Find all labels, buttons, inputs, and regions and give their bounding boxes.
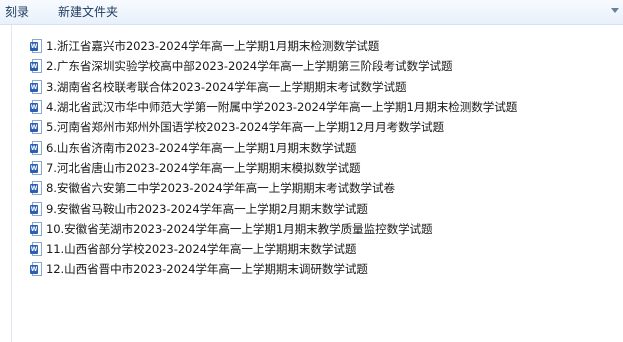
file-name: 1.浙江省嘉兴市2023-2024学年高一上学期1月期末检测数学试题 xyxy=(46,39,380,54)
file-item[interactable]: W 6.山东省济南市2023-2024学年高一上学期1月期末数学试题 xyxy=(30,137,517,157)
file-item[interactable]: W 12.山西省晋中市2023-2024学年高一上学期期末调研数学试题 xyxy=(30,259,517,279)
file-item[interactable]: W 10.安徽省芜湖市2023-2024学年高一上学期1月期末教学质量监控数学试题 xyxy=(30,219,517,239)
file-item[interactable]: W 5.河南省郑州市郑州外国语学校2023-2024学年高一上学期12月月考数学试… xyxy=(30,117,517,137)
word-doc-icon: W xyxy=(30,181,42,196)
file-item[interactable]: W 1.浙江省嘉兴市2023-2024学年高一上学期1月期末检测数学试题 xyxy=(30,36,517,56)
word-doc-icon: W xyxy=(30,262,42,277)
file-list: W 1.浙江省嘉兴市2023-2024学年高一上学期1月期末检测数学试题 W 2.广东… xyxy=(30,36,517,280)
word-doc-icon: W xyxy=(30,140,42,155)
word-doc-icon: W xyxy=(30,79,42,94)
explorer-toolbar: 刻录 新建文件夹 xyxy=(0,0,623,25)
file-name: 9.安徽省马鞍山市2023-2024学年高一上学期2月期末数学试题 xyxy=(46,201,368,216)
navigation-pane xyxy=(0,25,12,342)
word-doc-icon: W xyxy=(30,242,42,257)
file-item[interactable]: W 3.湖南省名校联考联合体2023-2024学年高一上学期期末考试数学试题 xyxy=(30,77,517,97)
file-name: 2.广东省深圳实验学校高中部2023-2024学年高一上学期第三阶段考试数学试题 xyxy=(46,59,453,74)
file-name: 12.山西省晋中市2023-2024学年高一上学期期末调研数学试题 xyxy=(46,262,368,277)
new-folder-button[interactable]: 新建文件夹 xyxy=(58,0,118,24)
word-doc-icon: W xyxy=(30,201,42,216)
file-name: 7.河北省唐山市2023-2024学年高一上学期期末模拟数学试题 xyxy=(46,160,361,175)
file-item[interactable]: W 2.广东省深圳实验学校高中部2023-2024学年高一上学期第三阶段考试数学试… xyxy=(30,56,517,76)
word-doc-icon: W xyxy=(30,39,42,54)
file-item[interactable]: W 11.山西省部分学校2023-2024学年高一上学期期末数学试题 xyxy=(30,239,517,259)
file-name: 4.湖北省武汉市华中师范大学第一附属中学2023-2024学年高一上学期1月期末… xyxy=(46,100,518,115)
file-item[interactable]: W 8.安徽省六安第二中学2023-2024学年高一上学期期末考试数学试卷 xyxy=(30,178,517,198)
word-doc-icon: W xyxy=(30,221,42,236)
file-item[interactable]: W 7.河北省唐山市2023-2024学年高一上学期期末模拟数学试题 xyxy=(30,158,517,178)
word-doc-icon: W xyxy=(30,59,42,74)
word-doc-icon: W xyxy=(30,160,42,175)
file-name: 11.山西省部分学校2023-2024学年高一上学期期末数学试题 xyxy=(46,242,357,257)
toolbar-chevron-down-icon[interactable] xyxy=(611,8,619,13)
file-item[interactable]: W 9.安徽省马鞍山市2023-2024学年高一上学期2月期末数学试题 xyxy=(30,198,517,218)
file-name: 6.山东省济南市2023-2024学年高一上学期1月期末数学试题 xyxy=(46,140,357,155)
burn-button[interactable]: 刻录 xyxy=(5,0,29,24)
word-doc-icon: W xyxy=(30,100,42,115)
file-name: 10.安徽省芜湖市2023-2024学年高一上学期1月期末教学质量监控数学试题 xyxy=(46,221,433,236)
file-name: 8.安徽省六安第二中学2023-2024学年高一上学期期末考试数学试卷 xyxy=(46,181,396,196)
file-item[interactable]: W 4.湖北省武汉市华中师范大学第一附属中学2023-2024学年高一上学期1月期… xyxy=(30,97,517,117)
file-name: 5.河南省郑州市郑州外国语学校2023-2024学年高一上学期12月月考数学试题 xyxy=(46,120,445,135)
file-name: 3.湖南省名校联考联合体2023-2024学年高一上学期期末考试数学试题 xyxy=(46,79,407,94)
word-doc-icon: W xyxy=(30,120,42,135)
